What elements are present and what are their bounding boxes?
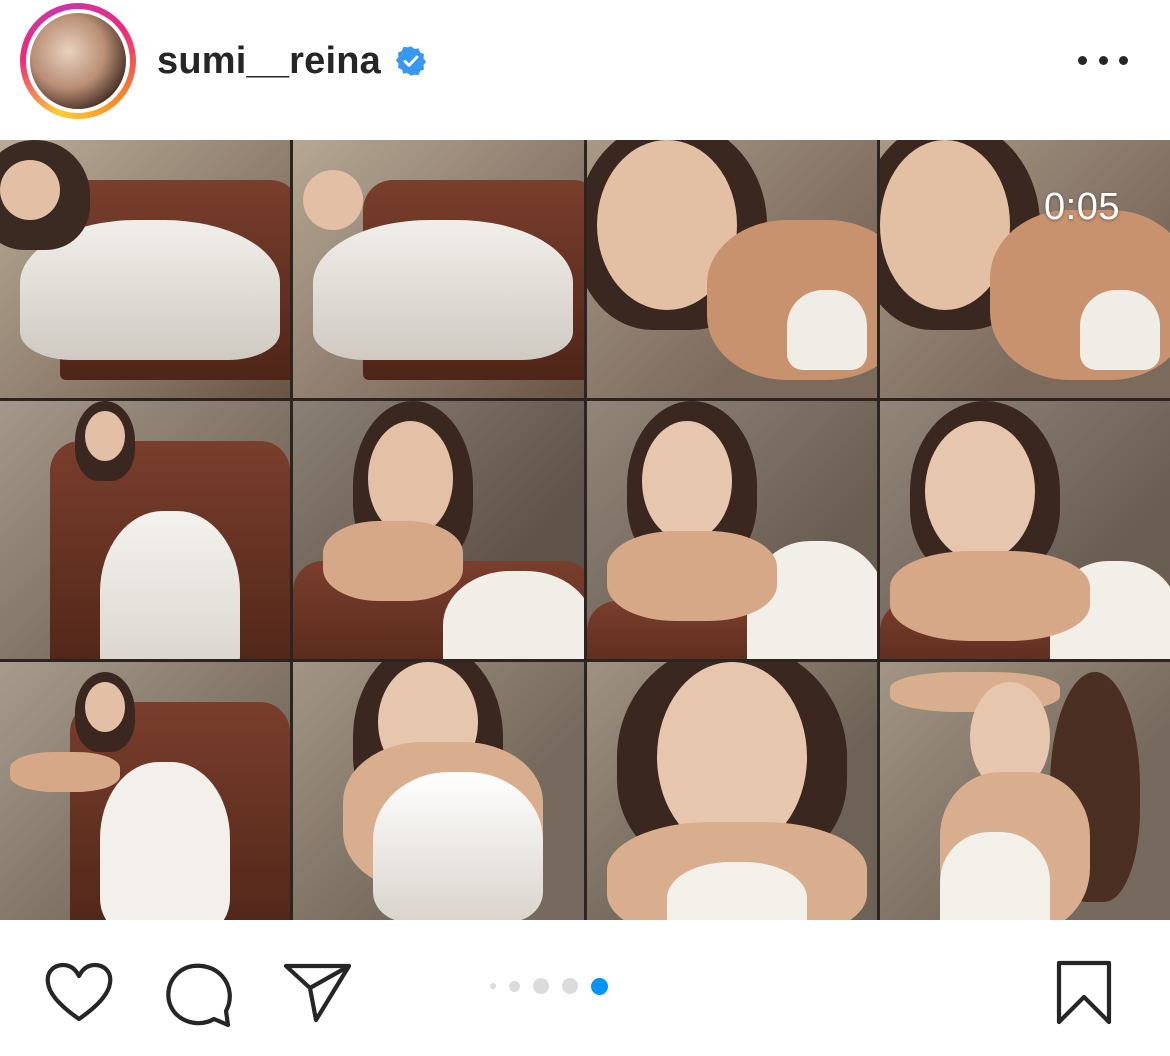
more-options-icon[interactable]: [1078, 46, 1128, 74]
bookmark-icon[interactable]: [1055, 960, 1113, 1026]
photo-tile: [293, 140, 584, 398]
video-timer: 0:05: [1044, 186, 1120, 228]
photo-tile: [293, 401, 584, 659]
story-ring[interactable]: [20, 3, 136, 119]
photo-tile: [0, 140, 291, 398]
avatar[interactable]: [30, 13, 126, 109]
photo-tile: [293, 662, 584, 920]
carousel-dot: [533, 978, 549, 994]
photo-tile: [0, 662, 291, 920]
comment-icon[interactable]: [165, 962, 233, 1028]
post-header: sumi__reina: [0, 0, 1170, 140]
photo-tile: [879, 401, 1170, 659]
carousel-indicator: [490, 976, 608, 996]
heart-icon[interactable]: [44, 962, 114, 1024]
photo-tile: [879, 662, 1170, 920]
photo-tile: [586, 662, 877, 920]
photo-tile: [879, 140, 1170, 398]
carousel-dot: [562, 978, 578, 994]
share-icon[interactable]: [283, 962, 353, 1024]
carousel-dot: [490, 983, 496, 989]
username[interactable]: sumi__reina: [157, 40, 381, 83]
carousel-dot-active: [591, 977, 608, 995]
photo-tile: [586, 401, 877, 659]
photo-tile: [0, 401, 291, 659]
verified-badge-icon: [395, 46, 427, 76]
photo-tile: [586, 140, 877, 398]
carousel-dot: [509, 980, 520, 992]
post-media-collage[interactable]: [0, 140, 1170, 920]
